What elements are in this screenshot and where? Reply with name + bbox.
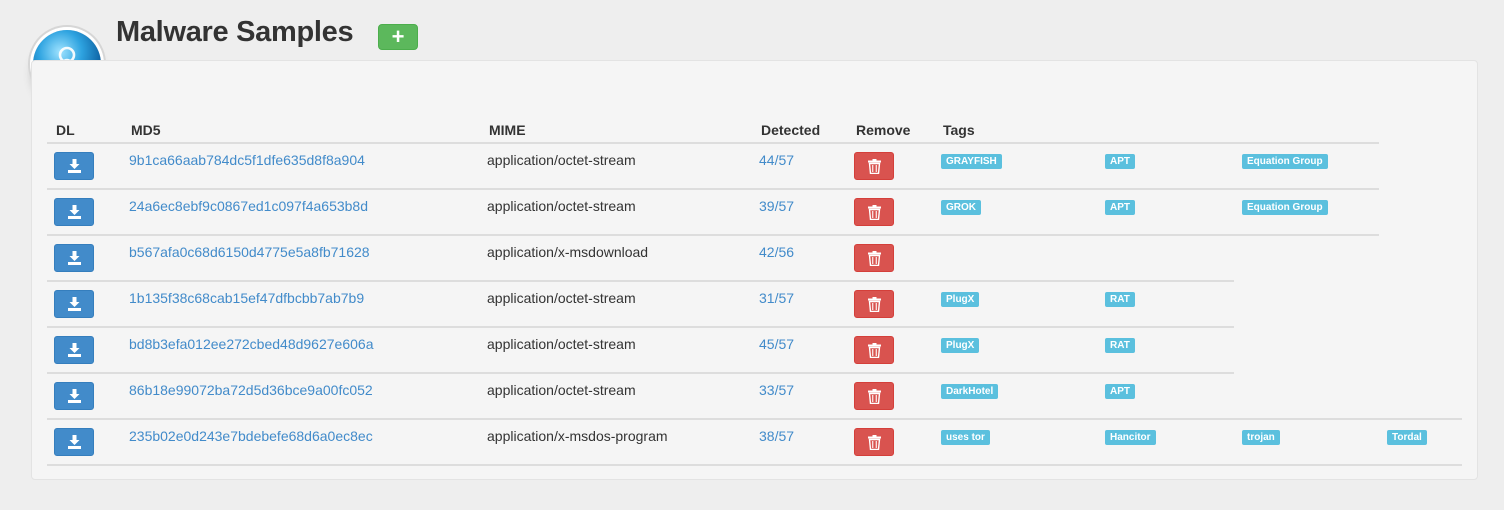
row-divider — [47, 188, 1379, 190]
tag-label[interactable]: RAT — [1105, 338, 1135, 353]
download-button[interactable] — [54, 198, 94, 226]
tag-label[interactable]: PlugX — [941, 292, 980, 307]
row-divider — [47, 280, 1234, 282]
md5-link[interactable]: 9b1ca66aab784dc5f1dfe635d8f8a904 — [129, 152, 365, 168]
mime-type: application/octet-stream — [487, 152, 636, 168]
remove-button[interactable] — [854, 290, 894, 318]
tag-label[interactable]: Hancitor — [1105, 430, 1156, 445]
tag-label[interactable]: Equation Group — [1242, 154, 1328, 169]
table-end — [0, 464, 1504, 510]
mime-type: application/octet-stream — [487, 290, 636, 306]
remove-button[interactable] — [854, 336, 894, 364]
remove-button[interactable] — [854, 382, 894, 410]
column-header-detected: Detected — [761, 122, 821, 138]
mime-type: application/octet-stream — [487, 382, 636, 398]
row-divider — [47, 418, 1462, 420]
table-row: 24a6ec8ebf9c0867ed1c097f4a653b8d applicat… — [0, 188, 1504, 234]
row-divider — [47, 142, 1379, 144]
remove-button[interactable] — [854, 244, 894, 272]
table-row: 1b135f38c68cab15ef47dfbcbb7ab7b9 applicat… — [0, 280, 1504, 326]
md5-link[interactable]: b567afa0c68d6150d4775e5a8fb71628 — [129, 244, 370, 260]
tag-label[interactable]: APT — [1105, 154, 1135, 169]
add-sample-button[interactable]: + — [378, 24, 418, 50]
detection-ratio-link[interactable]: 44/57 — [759, 152, 794, 168]
md5-link[interactable]: 235b02e0d243e7bdebefe68d6a0ec8ec — [129, 428, 373, 444]
tag-label[interactable]: trojan — [1242, 430, 1280, 445]
page-title: Malware Samples — [116, 16, 354, 48]
md5-link[interactable]: 1b135f38c68cab15ef47dfbcbb7ab7b9 — [129, 290, 364, 306]
mime-type: application/octet-stream — [487, 336, 636, 352]
remove-button[interactable] — [854, 152, 894, 180]
detection-ratio-link[interactable]: 42/56 — [759, 244, 794, 260]
download-button[interactable] — [54, 428, 94, 456]
tag-label[interactable]: GROK — [941, 200, 981, 215]
table-row: 235b02e0d243e7bdebefe68d6a0ec8ec applicat… — [0, 418, 1504, 464]
detection-ratio-link[interactable]: 45/57 — [759, 336, 794, 352]
tag-label[interactable]: uses tor — [941, 430, 990, 445]
download-button[interactable] — [54, 336, 94, 364]
table-row: b567afa0c68d6150d4775e5a8fb71628 applicat… — [0, 234, 1504, 280]
md5-link[interactable]: 86b18e99072ba72d5d36bce9a00fc052 — [129, 382, 373, 398]
tag-label[interactable]: PlugX — [941, 338, 980, 353]
column-header-mime: MIME — [489, 122, 526, 138]
remove-button[interactable] — [854, 198, 894, 226]
download-button[interactable] — [54, 244, 94, 272]
row-divider — [47, 464, 1462, 466]
tag-label[interactable]: DarkHotel — [941, 384, 999, 399]
column-header-md5: MD5 — [131, 122, 161, 138]
tag-label[interactable]: GRAYFISH — [941, 154, 1002, 169]
column-header-dl: DL — [56, 122, 75, 138]
detection-ratio-link[interactable]: 31/57 — [759, 290, 794, 306]
mime-type: application/x-msdownload — [487, 244, 649, 260]
row-divider — [47, 372, 1234, 374]
mime-type: application/x-msdos-program — [487, 428, 668, 444]
download-button[interactable] — [54, 152, 94, 180]
column-header-remove: Remove — [856, 122, 911, 138]
md5-link[interactable]: bd8b3efa012ee272cbed48d9627e606a — [129, 336, 373, 352]
tag-label[interactable]: RAT — [1105, 292, 1135, 307]
tag-label[interactable]: APT — [1105, 200, 1135, 215]
remove-button[interactable] — [854, 428, 894, 456]
mime-type: application/octet-stream — [487, 198, 636, 214]
md5-link[interactable]: 24a6ec8ebf9c0867ed1c097f4a653b8d — [129, 198, 368, 214]
download-button[interactable] — [54, 382, 94, 410]
tag-label[interactable]: APT — [1105, 384, 1135, 399]
row-divider — [47, 326, 1234, 328]
table-row: 86b18e99072ba72d5d36bce9a00fc052 applicat… — [0, 372, 1504, 418]
download-button[interactable] — [54, 290, 94, 318]
table-row: 9b1ca66aab784dc5f1dfe635d8f8a904 applicat… — [0, 142, 1504, 188]
detection-ratio-link[interactable]: 38/57 — [759, 428, 794, 444]
detection-ratio-link[interactable]: 33/57 — [759, 382, 794, 398]
column-header-tags: Tags — [943, 122, 975, 138]
row-divider — [47, 234, 1379, 236]
tag-label[interactable]: Tordal — [1387, 430, 1427, 445]
tag-label[interactable]: Equation Group — [1242, 200, 1328, 215]
detection-ratio-link[interactable]: 39/57 — [759, 198, 794, 214]
table-row: bd8b3efa012ee272cbed48d9627e606a applicat… — [0, 326, 1504, 372]
